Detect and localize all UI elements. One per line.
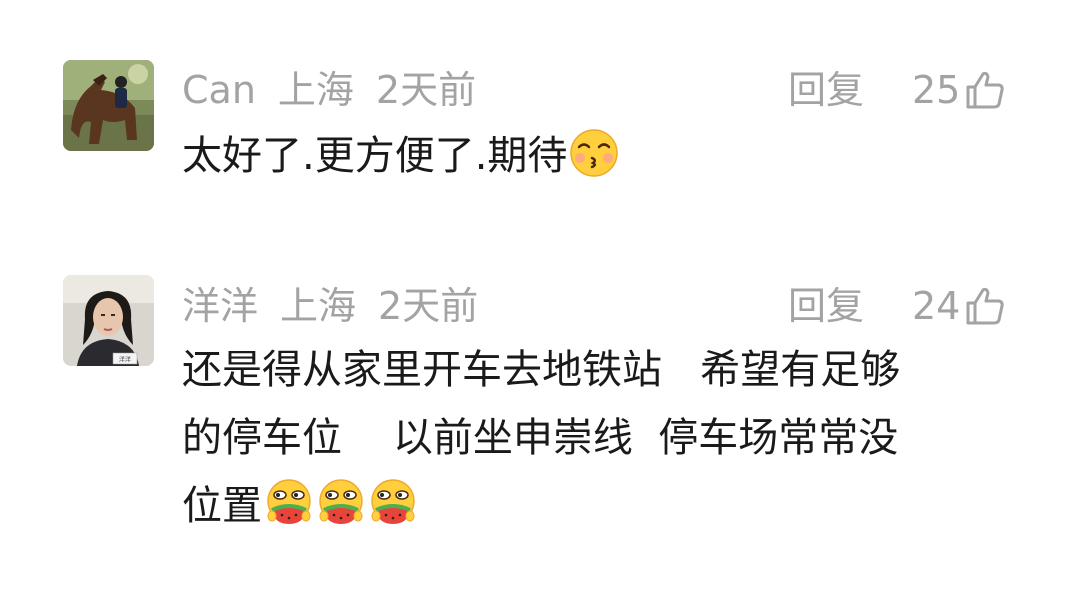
eating-watermelon-emoji xyxy=(371,479,415,524)
kissing-smiling-eyes-emoji xyxy=(570,129,619,177)
comment-meta: 洋洋 上海 2天前 xyxy=(182,284,500,328)
thumbs-up-outline-icon xyxy=(966,287,1005,325)
eating-watermelon-emoji xyxy=(267,479,311,524)
comment-text: 太好了.更方便了.期待 xyxy=(182,122,1012,190)
location: 上海 xyxy=(277,68,354,112)
thumbs-up-outline-icon xyxy=(966,71,1005,109)
avatar-tag: 洋洋 xyxy=(119,356,131,364)
like-button[interactable]: 25 xyxy=(912,68,1006,112)
timestamp: 2天前 xyxy=(378,284,479,328)
like-button[interactable]: 24 xyxy=(912,284,1006,328)
comment-item: 洋洋 洋洋 上海 2天前 回复 24 还是得从家里开车去地铁站 希望有足够 的停车位… xyxy=(0,230,1080,613)
reply-button[interactable]: 回复 xyxy=(788,68,864,112)
comment-body: 太好了.更方便了.期待 xyxy=(182,133,568,179)
comment-meta: Can 上海 2天前 xyxy=(182,68,498,112)
timestamp: 2天前 xyxy=(375,68,477,112)
comment-item: Can 上海 2天前 回复 25 太好了.更方便了.期待 xyxy=(0,0,1080,230)
location: 上海 xyxy=(280,284,357,328)
eating-watermelon-emoji xyxy=(319,479,363,524)
like-count: 25 xyxy=(912,68,961,112)
username[interactable]: Can xyxy=(182,68,256,112)
comment-text: 还是得从家里开车去地铁站 希望有足够 的停车位 以前坐申崇线 停车场常常没 位置 xyxy=(182,336,1012,540)
reply-button[interactable]: 回复 xyxy=(788,284,864,328)
like-count: 24 xyxy=(912,284,961,328)
avatar[interactable]: 洋洋 xyxy=(63,275,154,366)
username[interactable]: 洋洋 xyxy=(182,284,258,328)
avatar[interactable] xyxy=(63,60,154,151)
